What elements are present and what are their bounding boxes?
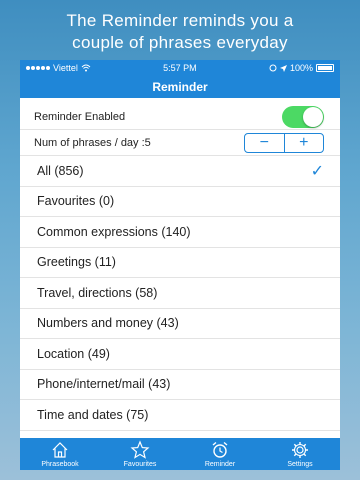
carrier-name: Viettel	[53, 63, 78, 73]
category-item-numbers-money[interactable]: Numbers and money (43)	[20, 309, 340, 339]
tab-phrasebook[interactable]: Phrasebook	[20, 438, 100, 470]
category-item-common-expressions[interactable]: Common expressions (140)	[20, 217, 340, 248]
tab-reminder[interactable]: Reminder	[180, 438, 260, 470]
reminder-enabled-label: Reminder Enabled	[34, 110, 126, 123]
reminder-enabled-row: Reminder Enabled	[20, 104, 340, 130]
alarm-clock-icon	[212, 441, 228, 458]
status-bar: Viettel 5:57 PM 100%	[20, 60, 340, 76]
category-item-favourites[interactable]: Favourites (0)	[20, 187, 340, 217]
lock-rotation-icon	[269, 64, 277, 72]
signal-icon	[26, 66, 50, 70]
checkmark-icon: ✓	[310, 162, 324, 180]
category-label: Travel, directions (58)	[37, 285, 158, 300]
wifi-icon	[81, 64, 91, 72]
tab-label: Settings	[287, 461, 313, 468]
tab-label: Phrasebook	[41, 461, 79, 468]
category-item-phone-internet-mail[interactable]: Phone/internet/mail (43)	[20, 370, 340, 400]
category-label: Numbers and money (43)	[37, 316, 179, 331]
home-icon	[52, 442, 68, 458]
promo-line-2: couple of phrases everyday	[72, 33, 288, 52]
location-arrow-icon	[279, 64, 287, 72]
tab-label: Reminder	[204, 461, 236, 468]
category-list: All (856) ✓ Favourites (0) Common expres…	[20, 156, 340, 431]
phrases-per-day-label: Num of phrases / day :5	[34, 136, 151, 149]
status-time: 5:57 PM	[163, 63, 197, 73]
decrement-button[interactable]: −	[245, 134, 284, 152]
phrases-per-day-row: Num of phrases / day :5 − +	[20, 130, 340, 156]
promo-caption: The Reminder reminds you a couple of phr…	[0, 10, 360, 54]
category-item-travel[interactable]: Travel, directions (58)	[20, 278, 340, 309]
battery-icon	[315, 64, 334, 72]
category-label: Location (49)	[37, 346, 110, 361]
tab-bar: Phrasebook Favourites Reminder Settings	[20, 438, 340, 470]
page-title: Reminder	[152, 80, 208, 94]
category-item-time-dates[interactable]: Time and dates (75)	[20, 400, 340, 431]
promo-line-1: The Reminder reminds you a	[66, 11, 294, 30]
category-item-all[interactable]: All (856) ✓	[20, 156, 340, 187]
category-label: All (856)	[37, 163, 84, 178]
tab-label: Favourites	[123, 461, 157, 468]
category-label: Time and dates (75)	[37, 407, 149, 422]
category-item-location[interactable]: Location (49)	[20, 339, 340, 370]
category-label: Greetings (11)	[37, 255, 116, 270]
toggle-knob	[303, 106, 323, 127]
increment-button[interactable]: +	[283, 133, 324, 152]
tab-settings[interactable]: Settings	[260, 438, 340, 470]
reminder-enabled-toggle[interactable]	[282, 105, 324, 128]
gear-icon	[292, 442, 308, 458]
category-label: Phone/internet/mail (43)	[37, 377, 171, 392]
category-label: Common expressions (140)	[37, 224, 191, 239]
category-label: Favourites (0)	[37, 194, 115, 209]
phone-screen: Viettel 5:57 PM 100% Reminder Reminder E…	[20, 60, 340, 470]
tab-favourites[interactable]: Favourites	[100, 438, 180, 470]
phrases-per-day-stepper: − +	[244, 132, 324, 153]
star-icon	[130, 440, 150, 459]
nav-bar: Reminder	[20, 76, 340, 98]
category-item-greetings[interactable]: Greetings (11)	[20, 248, 340, 278]
battery-percent: 100%	[289, 63, 313, 73]
